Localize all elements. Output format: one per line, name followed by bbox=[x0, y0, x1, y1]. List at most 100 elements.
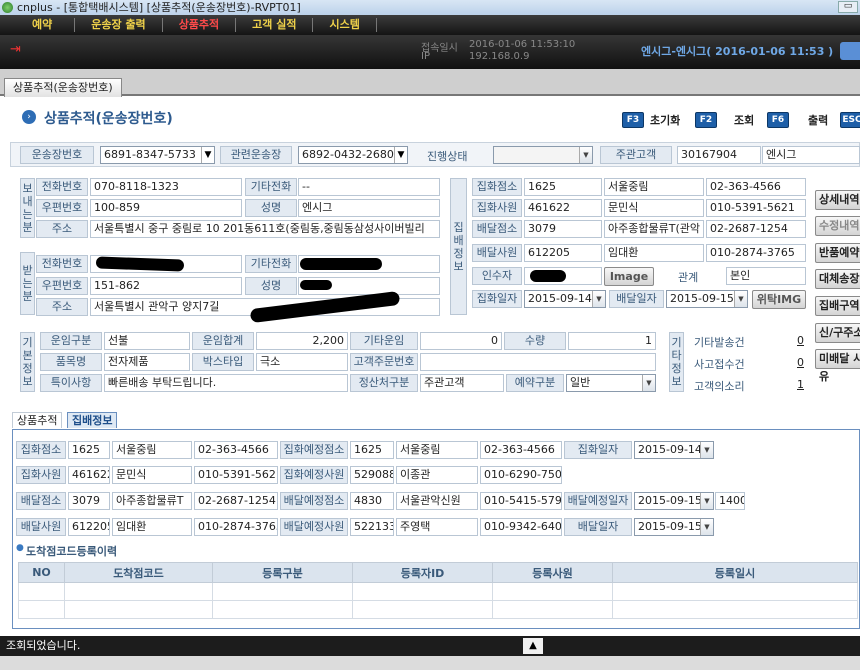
d-pickup-store-tel[interactable]: 02-363-4566 bbox=[194, 441, 278, 459]
reservation-type-select[interactable]: 일반 ▼ bbox=[566, 374, 656, 392]
doc-tab-tracking[interactable]: 상품추적(운송장번호) bbox=[4, 78, 122, 97]
d-planned-pickup-employee-code[interactable]: 529088 bbox=[350, 466, 394, 484]
tab-delivery-info[interactable]: 집배정보 bbox=[67, 412, 118, 428]
logout-button[interactable] bbox=[840, 42, 860, 60]
customer-code[interactable]: 30167904 bbox=[677, 146, 761, 164]
d-planned-delivery-employee-code[interactable]: 522133 bbox=[350, 518, 394, 536]
quantity[interactable]: 1 bbox=[568, 332, 656, 350]
sender-alt-phone[interactable]: -- bbox=[298, 178, 440, 196]
menu-customer-stats[interactable]: 고객 실적 bbox=[236, 18, 314, 32]
tab-tracking[interactable]: 상품추적 bbox=[12, 412, 63, 428]
table-row[interactable] bbox=[18, 582, 858, 601]
pickup-store-name[interactable]: 서울중림 bbox=[604, 178, 704, 196]
other-shipments[interactable]: 0 bbox=[760, 334, 804, 347]
fare-total[interactable]: 2,200 bbox=[256, 332, 348, 350]
chevron-down-icon[interactable]: ▼ bbox=[700, 519, 713, 535]
col-no[interactable]: NO bbox=[18, 562, 65, 583]
delivery-date-input[interactable]: 2015-09-15 ▼ bbox=[666, 290, 748, 308]
menu-tracking[interactable]: 상품추적 bbox=[163, 18, 237, 32]
d-delivery-date-input[interactable]: 2015-09-15 ▼ bbox=[634, 518, 714, 536]
edit-history-button[interactable]: 수정내역 bbox=[815, 216, 860, 236]
delivery-zone-button[interactable]: 집배구역 bbox=[815, 296, 860, 316]
d-delivery-store-name[interactable]: 아주종합물류T bbox=[112, 492, 192, 510]
sender-phone[interactable]: 070-8118-1323 bbox=[90, 178, 242, 196]
col-reg-employee[interactable]: 등록사원 bbox=[492, 562, 613, 583]
minimize-button[interactable]: ▭ bbox=[838, 1, 858, 13]
memo[interactable]: 빠른배송 부탁드립니다. bbox=[104, 374, 348, 392]
print-button[interactable]: 출력 bbox=[808, 112, 828, 128]
d-pickup-store-code[interactable]: 1625 bbox=[68, 441, 110, 459]
d-pickup-store-name[interactable]: 서울중림 bbox=[112, 441, 192, 459]
d-planned-delivery-employee-name[interactable]: 주영택 bbox=[396, 518, 478, 536]
col-reg-datetime[interactable]: 등록일시 bbox=[612, 562, 858, 583]
chevron-down-icon[interactable]: ▼ bbox=[700, 493, 713, 509]
undelivered-reason-button[interactable]: 미배달 사유 bbox=[815, 349, 860, 383]
d-delivery-store-tel[interactable]: 02-2687-1254 bbox=[194, 492, 278, 510]
delivery-store-name[interactable]: 아주종합물류T(관악 bbox=[604, 220, 704, 238]
pickup-employee-tel[interactable]: 010-5391-5621 bbox=[706, 199, 806, 217]
pickup-employee-code[interactable]: 461622 bbox=[524, 199, 602, 217]
chevron-down-icon[interactable]: ▼ bbox=[394, 147, 407, 163]
exit-icon[interactable]: ⇥ bbox=[10, 43, 24, 57]
accidents[interactable]: 0 bbox=[760, 356, 804, 369]
d-delivery-employee-name[interactable]: 임대환 bbox=[112, 518, 192, 536]
chevron-down-icon[interactable]: ▼ bbox=[700, 442, 713, 458]
return-reservation-button[interactable]: 반품예약 bbox=[815, 243, 860, 263]
d-planned-delivery-date-input[interactable]: 2015-09-15 ▼ bbox=[634, 492, 714, 510]
search-button[interactable]: 조회 bbox=[734, 112, 754, 128]
menu-reservation[interactable]: 예약 bbox=[0, 18, 76, 32]
d-planned-delivery-store-tel[interactable]: 010-5415-5791 bbox=[480, 492, 562, 510]
d-delivery-store-code[interactable]: 3079 bbox=[68, 492, 110, 510]
d-delivery-employee-code[interactable]: 612205 bbox=[68, 518, 110, 536]
new-old-address-button[interactable]: 신/구주소 bbox=[815, 323, 860, 343]
d-pickup-employee-code[interactable]: 461622 bbox=[68, 466, 110, 484]
pickup-store-code[interactable]: 1625 bbox=[524, 178, 602, 196]
item-name[interactable]: 전자제품 bbox=[104, 353, 190, 371]
d-pickup-employee-tel[interactable]: 010-5391-5621 bbox=[194, 466, 278, 484]
menu-waybill-print[interactable]: 운송장 출력 bbox=[75, 18, 163, 32]
esc-key-icon[interactable]: ESC bbox=[840, 112, 860, 128]
image-button[interactable]: Image bbox=[604, 267, 654, 286]
d-planned-pickup-store-tel[interactable]: 02-363-4566 bbox=[480, 441, 562, 459]
related-waybill-input[interactable]: 6892-0432-2680 ▼ bbox=[298, 146, 408, 164]
d-planned-delivery-store-name[interactable]: 서울관악신원 bbox=[396, 492, 478, 510]
sender-zip[interactable]: 100-859 bbox=[90, 199, 242, 217]
col-reg-id[interactable]: 등록자ID bbox=[352, 562, 493, 583]
chevron-down-icon[interactable]: ▼ bbox=[734, 291, 747, 307]
menu-system[interactable]: 시스템 bbox=[313, 18, 377, 32]
chevron-down-icon[interactable]: ▼ bbox=[579, 147, 592, 163]
sender-addr[interactable]: 서울특별시 중구 중림로 10 201동611호(중림동,중림동삼성사이버빌리 bbox=[90, 220, 440, 238]
d-planned-delivery-store-code[interactable]: 4830 bbox=[350, 492, 394, 510]
collapse-toggle-button[interactable]: ▲ bbox=[523, 638, 543, 654]
status-select[interactable]: ▼ bbox=[493, 146, 593, 164]
col-reg-type[interactable]: 등록구분 bbox=[212, 562, 353, 583]
d-planned-pickup-employee-tel[interactable]: 010-6290-7508 bbox=[480, 466, 562, 484]
col-arrival-code[interactable]: 도착점코드 bbox=[64, 562, 213, 583]
pickup-store-tel[interactable]: 02-363-4566 bbox=[706, 178, 806, 196]
d-pickup-employee-name[interactable]: 문민식 bbox=[112, 466, 192, 484]
delivery-store-tel[interactable]: 02-2687-1254 bbox=[706, 220, 806, 238]
customer-voice[interactable]: 1 bbox=[760, 378, 804, 391]
detail-history-button[interactable]: 상세내역 bbox=[815, 190, 860, 210]
order-no[interactable] bbox=[420, 353, 656, 371]
d-planned-pickup-employee-name[interactable]: 이종관 bbox=[396, 466, 478, 484]
pickup-employee-name[interactable]: 문민식 bbox=[604, 199, 704, 217]
relation-value[interactable]: 본인 bbox=[726, 267, 806, 285]
delivery-store-code[interactable]: 3079 bbox=[524, 220, 602, 238]
delivery-employee-name[interactable]: 임대환 bbox=[604, 244, 704, 262]
customer-name[interactable]: 엔시그 bbox=[762, 146, 860, 164]
pickup-date-input[interactable]: 2015-09-14 ▼ bbox=[524, 290, 606, 308]
d-planned-delivery-time[interactable]: 1400 bbox=[715, 492, 745, 510]
d-planned-delivery-employee-tel[interactable]: 010-9342-6409 bbox=[480, 518, 562, 536]
chevron-down-icon[interactable]: ▼ bbox=[592, 291, 605, 307]
delivery-employee-tel[interactable]: 010-2874-3765 bbox=[706, 244, 806, 262]
fare-type[interactable]: 선불 bbox=[104, 332, 190, 350]
d-delivery-employee-tel[interactable]: 010-2874-3765 bbox=[194, 518, 278, 536]
d-planned-pickup-store-code[interactable]: 1625 bbox=[350, 441, 394, 459]
sender-name[interactable]: 엔시그 bbox=[298, 199, 440, 217]
settlement[interactable]: 주관고객 bbox=[420, 374, 504, 392]
d-planned-pickup-store-name[interactable]: 서울중림 bbox=[396, 441, 478, 459]
chevron-down-icon[interactable]: ▼ bbox=[642, 375, 655, 391]
chevron-down-icon[interactable]: ▼ bbox=[201, 147, 214, 163]
receiver-zip[interactable]: 151-862 bbox=[90, 277, 242, 295]
